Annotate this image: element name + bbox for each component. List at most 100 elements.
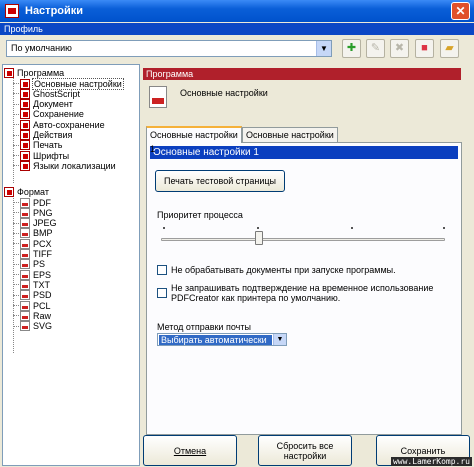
mail-method-label: Метод отправки почты (157, 322, 251, 332)
tree-connector (13, 202, 19, 203)
print-test-page-button[interactable]: Печать тестовой страницы (155, 170, 285, 192)
tree-item-label: Языки локализации (33, 160, 116, 171)
title-bar[interactable]: Настройки ✕ (0, 0, 474, 22)
tree-item-icon (20, 207, 30, 218)
settings-tree[interactable]: Программа Основные настройки GhostScript Д… (2, 64, 140, 466)
document-settings-icon (149, 86, 167, 108)
tree-item[interactable]: Языки локализации (20, 160, 116, 171)
no-process-on-startup-checkbox[interactable] (157, 265, 167, 275)
chevron-down-icon[interactable]: ▼ (273, 334, 286, 345)
tree-connector (13, 274, 19, 276)
tree-item-icon (20, 300, 30, 311)
tree-item-label: PCL (33, 300, 51, 311)
tree-item-label: EPS (33, 269, 52, 280)
tab-panel: Основные настройки 1 Печать тестовой стр… (146, 142, 462, 435)
mail-method-dropdown[interactable]: Выбирать автоматически ▼ (157, 333, 287, 346)
tree-item-label: Действия (33, 130, 73, 140)
tree-group-format[interactable]: Формат (4, 186, 49, 197)
tree-item-label: Шрифты (33, 150, 70, 161)
tree-item-label: PS (33, 259, 46, 270)
tree-item-label: BMP (33, 228, 53, 239)
tree-group-program[interactable]: Программа (4, 67, 64, 78)
profile-label: Профиль (0, 23, 474, 35)
settings-panel: Программа Основные настройки Основные на… (143, 64, 463, 435)
tree-item-label: TXT (33, 279, 50, 290)
tree-connector (13, 165, 19, 167)
tree-item-icon (20, 269, 30, 280)
tree-item-icon (20, 238, 30, 249)
format-icon (4, 186, 14, 197)
slider-tick (163, 227, 165, 229)
tree-connector (13, 222, 19, 224)
slider-tick (257, 227, 259, 229)
priority-label: Приоритет процесса (157, 210, 243, 220)
tree-item-label: PCX (33, 238, 52, 249)
tree-connector (13, 315, 19, 317)
load-profile-icon[interactable]: ▰ (440, 39, 459, 58)
tree-connector (13, 263, 19, 265)
tree-connector (13, 103, 19, 105)
tree-connector (13, 144, 19, 146)
save-profile-icon[interactable]: ■ (415, 39, 434, 58)
tree-item-icon (20, 130, 30, 140)
mail-method-value: Выбирать автоматически (159, 335, 272, 345)
tree-connector (13, 155, 19, 157)
no-confirm-temp-printer-checkbox[interactable] (157, 288, 167, 298)
no-process-on-startup-label: Не обрабатывать документы при запуске пр… (171, 265, 396, 275)
tree-connector (13, 284, 19, 286)
tree-item-icon (20, 197, 30, 208)
reset-all-settings-button[interactable]: Сбросить все настройки (258, 435, 352, 466)
tree-item-label: PNG (33, 207, 53, 218)
tree-item-icon (20, 99, 30, 110)
tab-main-settings-2[interactable]: Основные настройки 2 (242, 127, 338, 154)
tree-item[interactable]: SVG (20, 321, 52, 332)
no-confirm-temp-label-line1: Не запрашивать подтверждение на временно… (171, 283, 434, 293)
tree-connector (13, 253, 19, 255)
tree-item-label: Печать (33, 140, 63, 151)
close-button[interactable]: ✕ (451, 2, 470, 20)
tree-connector (13, 325, 19, 327)
tree-item-icon (20, 259, 30, 270)
tree-item-icon (20, 109, 30, 120)
settings-window: Настройки ✕ Профиль По умолчанию ▼ ✚ ✎ ✖… (0, 0, 474, 467)
tree-connector (13, 134, 19, 136)
cancel-button[interactable]: Отмена (143, 435, 237, 466)
tree-item-icon (20, 310, 30, 321)
tree-item-label: Сохранение (33, 109, 84, 120)
profile-selected-value: По умолчанию (11, 43, 72, 53)
tree-item-label: Авто-сохранение (33, 119, 105, 130)
profile-dropdown[interactable]: По умолчанию ▼ (6, 40, 332, 57)
tree-connector (13, 305, 19, 306)
tree-item-label: Основные настройки (32, 77, 124, 90)
tree-item-label: SVG (33, 321, 53, 332)
tree-connector (13, 124, 19, 126)
chevron-down-icon[interactable]: ▼ (316, 41, 331, 56)
tree-item-icon (20, 290, 30, 301)
section-title: Основные настройки (180, 88, 268, 98)
tree-connector (13, 232, 19, 234)
tree-item-icon (20, 218, 30, 229)
tree-item-label: Raw (33, 310, 52, 321)
tree-connector (13, 93, 19, 95)
app-icon (5, 4, 19, 18)
delete-profile-icon[interactable]: ✖ (390, 39, 409, 58)
tree-item-label: PSD (33, 290, 52, 301)
add-profile-icon[interactable]: ✚ (342, 39, 361, 58)
tree-item-label: PDF (33, 197, 51, 208)
tab-main-settings-1[interactable]: Основные настройки 1 (146, 126, 242, 154)
tree-item-icon (20, 88, 30, 99)
tree-item-icon (20, 321, 30, 332)
priority-slider-track[interactable] (161, 238, 445, 241)
panel-header: Основные настройки 1 (150, 146, 458, 159)
slider-tick (351, 227, 353, 229)
program-icon (4, 67, 14, 78)
tree-item-icon (20, 279, 30, 290)
tree-item-label: JPEG (33, 218, 57, 229)
priority-slider-thumb[interactable] (255, 231, 263, 245)
tree-item-icon (20, 228, 30, 239)
tree-item-label: Документ (33, 99, 73, 110)
slider-tick (443, 227, 445, 229)
rename-profile-icon[interactable]: ✎ (366, 39, 385, 58)
watermark: www.LamerKomp.ru (390, 457, 472, 466)
tree-item-icon (20, 140, 30, 151)
